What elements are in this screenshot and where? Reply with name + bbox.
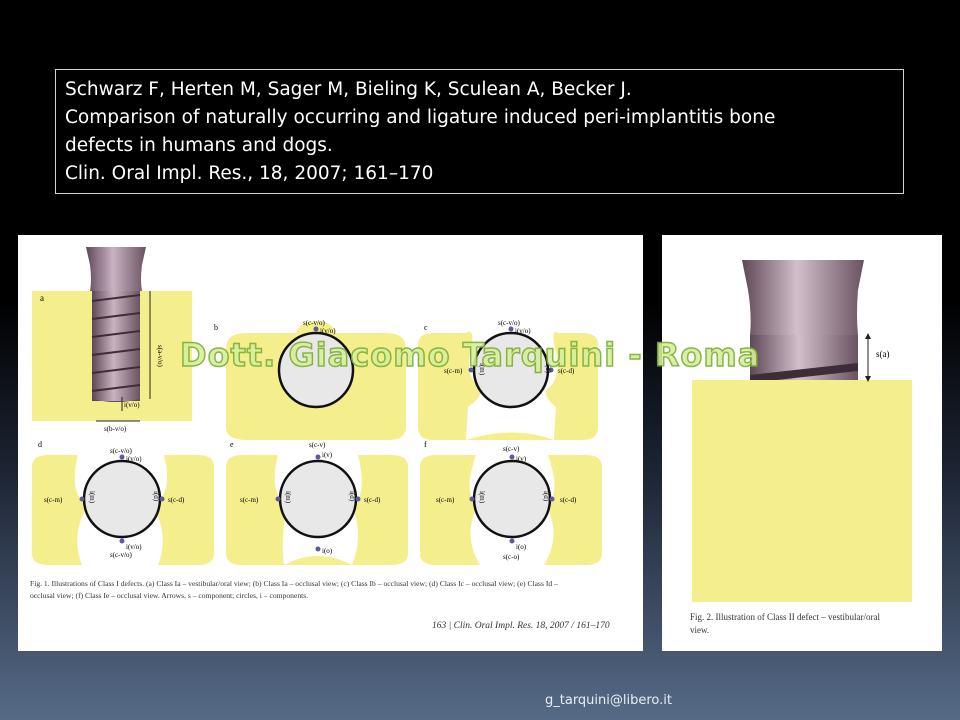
bone-e-right [352, 455, 408, 565]
label-i-m-f: i(m) [478, 491, 486, 504]
bone-block-2 [692, 380, 912, 602]
panel-letter-c: c [424, 323, 428, 332]
panel-letter-f: f [424, 440, 427, 449]
citation-authors: Schwarz F, Herten M, Sager M, Bieling K,… [65, 79, 632, 100]
label-i-o-f: i(o) [516, 543, 527, 551]
label-s-c-m-f: s(c-m) [436, 496, 455, 504]
label-i-d-d: i(d) [152, 491, 160, 502]
label-i-v-o-d-bottom: i(v/o) [126, 543, 142, 551]
label-s-c-v-o-b: s(c-v/o) [303, 319, 325, 327]
label-s-c-d-e: s(c-d) [364, 496, 381, 504]
implant-body-a [92, 291, 140, 401]
label-s-c-v-o-d-bottom: s(c-v/o) [110, 551, 132, 559]
watermark: Dott. Giacomo Tarquini - Roma [179, 335, 761, 375]
citation-journal: Clin. Oral Impl. Res., 18, 2007; 161–170 [65, 163, 434, 184]
label-i-v-o-c: i(v/o) [515, 327, 531, 335]
figure-2-panel: s(a) Fig. 2. Illustration of Class II de… [662, 235, 942, 651]
label-s-c-d-d: s(c-d) [168, 496, 185, 504]
label-s-c-v-f: s(c-v) [503, 445, 520, 453]
citation-title-cont: defects in humans and dogs. [65, 135, 333, 156]
marker-b [313, 326, 319, 332]
bone-f-right [544, 455, 602, 565]
label-i-v-f: i(v) [516, 455, 527, 463]
implant-collar-2 [742, 260, 864, 335]
bone-d-left [32, 455, 88, 565]
panel-letter-a: a [40, 293, 44, 303]
label-i-d-e: i(d) [348, 491, 356, 502]
panel-d: d s(c-v/o) i(v/o) s(c-m) i(m) i(d) s(c-d… [32, 440, 214, 565]
label-i-o-e: i(o) [322, 547, 333, 555]
label-s-c-m-d: s(c-m) [44, 496, 63, 504]
label-s-c-v-e: s(c-v) [309, 441, 326, 449]
figure-2-diagram: s(a) [692, 260, 912, 602]
label-s-c-d-f: s(c-d) [560, 496, 577, 504]
label-s-a: s(a) [876, 349, 890, 359]
label-i-d-f: i(d) [542, 491, 550, 502]
panel-letter-b: b [214, 323, 218, 332]
label-s-a-v-o: s(a-v/o) [156, 345, 164, 367]
panel-f: f s(c-v) i(v) s(c-m) i(m) i(d) s(c-d) i(… [420, 440, 602, 565]
label-i-m-d: i(m) [88, 491, 96, 504]
bone-f-left [420, 455, 480, 565]
label-i-v-e: i(v) [322, 451, 333, 459]
label-i-v-o-b: i(v/o) [320, 327, 336, 335]
label-i-v-o-d-top: i(v/o) [126, 455, 142, 463]
implant-collar-a [86, 247, 146, 291]
panel-letter-d: d [38, 440, 42, 449]
label-i-v-o-a: i(v/o) [124, 401, 140, 409]
figure-1-caption: Fig. 1. Illustrations of Class I defects… [30, 579, 558, 600]
panel-e: e s(c-v) i(v) s(c-m) i(m) i(d) s(c-d) i(… [226, 440, 408, 565]
page-footer: 163 | Clin. Oral Impl. Res. 18, 2007 / 1… [432, 621, 610, 631]
label-s-c-m-e: s(c-m) [240, 496, 259, 504]
panel-letter-e: e [230, 440, 234, 449]
figure-2-caption: Fig. 2. Illustration of Class II defect … [690, 612, 880, 635]
label-s-c-v-o-d-top: s(c-v/o) [110, 447, 132, 455]
bone-e-left [226, 455, 288, 565]
label-s-b-v-o: s(b-v/o) [104, 425, 127, 433]
bone-d-right [152, 455, 214, 565]
figure-1-panel: a s(a-v/o) i(v/o) s(b-v/o) b s(c-v/o) i(… [18, 235, 643, 651]
citation-title: Comparison of naturally occurring and li… [65, 107, 776, 128]
label-s-c-v-o-c: s(c-v/o) [498, 319, 520, 327]
citation-box: Schwarz F, Herten M, Sager M, Bieling K,… [55, 69, 904, 194]
author-email: g_tarquini@libero.it [545, 693, 672, 708]
label-i-m-e: i(m) [284, 491, 292, 504]
panel-a: a s(a-v/o) i(v/o) s(b-v/o) [32, 247, 192, 433]
label-s-c-o-f: s(c-o) [503, 553, 520, 561]
